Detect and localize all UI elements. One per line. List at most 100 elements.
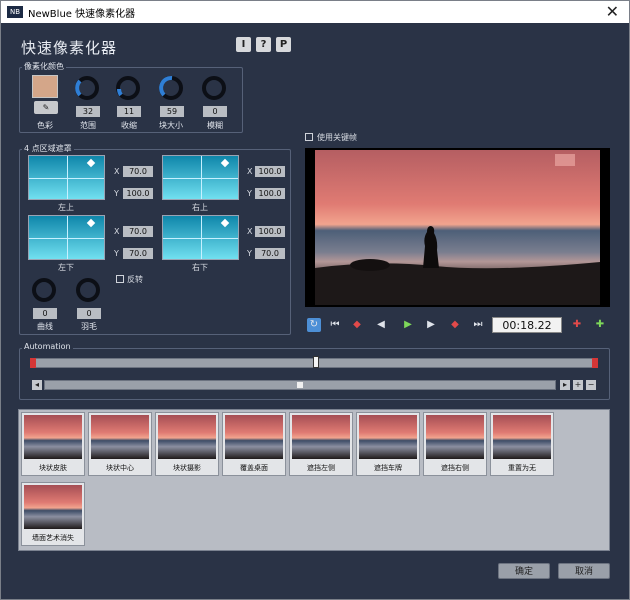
feather-value[interactable]: 0 bbox=[77, 308, 101, 319]
play-icon[interactable]: ▶ bbox=[401, 318, 415, 332]
automation-label: Automation bbox=[22, 342, 73, 351]
top-right-x-value[interactable]: 100.0 bbox=[255, 166, 285, 177]
color-swatch[interactable] bbox=[32, 75, 58, 98]
curve-label: 曲线 bbox=[37, 322, 53, 331]
preset-thumbnail bbox=[91, 415, 149, 459]
preset-label: 墙面艺术消失 bbox=[32, 534, 74, 542]
go-end-icon[interactable]: ⏭ bbox=[471, 318, 485, 332]
scroll-thumb[interactable] bbox=[297, 382, 303, 388]
preset-button[interactable]: P bbox=[276, 37, 291, 52]
start-marker[interactable] bbox=[30, 358, 36, 368]
x-label: X bbox=[247, 227, 253, 236]
preset-item[interactable]: 块状中心 bbox=[88, 412, 152, 476]
block-size-label: 块大小 bbox=[159, 121, 183, 130]
bottom-left-y-value[interactable]: 70.0 bbox=[123, 248, 153, 259]
invert-checkbox[interactable] bbox=[116, 275, 124, 283]
step-back-icon[interactable]: ◀ bbox=[374, 318, 388, 332]
top-left-x-value[interactable]: 70.0 bbox=[123, 166, 153, 177]
preset-label: 块状摄影 bbox=[173, 464, 201, 472]
add-keyframe-icon[interactable]: ✚ bbox=[593, 318, 607, 332]
eyedropper-icon[interactable]: ✎ bbox=[34, 101, 58, 114]
page-title: 快速像素化器 bbox=[21, 39, 118, 57]
blur-value[interactable]: 0 bbox=[203, 106, 227, 117]
ok-button[interactable]: 确定 bbox=[498, 563, 550, 579]
window-title: NewBlue 快速像素化器 bbox=[28, 9, 136, 20]
y-label: Y bbox=[247, 249, 252, 258]
preset-gallery: 块状皮肤 块状中心 块状摄影 覆盖桌面 遮挡左侧 遮挡车牌 遮挡右侧 重置为无 … bbox=[18, 409, 610, 551]
remove-keyframe-icon[interactable]: ✚ bbox=[570, 318, 584, 332]
feather-label: 羽毛 bbox=[81, 322, 97, 331]
range-value[interactable]: 32 bbox=[76, 106, 100, 117]
preset-item[interactable]: 墙面艺术消失 bbox=[21, 482, 85, 546]
bottom-left-x-value[interactable]: 70.0 bbox=[123, 226, 153, 237]
preset-label: 遮挡右侧 bbox=[441, 464, 469, 472]
handle-icon[interactable] bbox=[220, 158, 230, 168]
bottom-right-y-value[interactable]: 70.0 bbox=[255, 248, 285, 259]
handle-icon[interactable] bbox=[86, 158, 96, 168]
block-size-knob[interactable] bbox=[158, 75, 184, 101]
area-top-left[interactable] bbox=[28, 155, 105, 200]
automation-timeline[interactable] bbox=[30, 356, 598, 368]
timecode-display[interactable]: 00:18.22 bbox=[492, 317, 562, 333]
playhead[interactable] bbox=[313, 356, 319, 368]
color-label: 色彩 bbox=[37, 121, 53, 130]
preset-thumbnail bbox=[292, 415, 350, 459]
preset-item[interactable]: 块状摄影 bbox=[155, 412, 219, 476]
blur-knob[interactable] bbox=[201, 75, 227, 101]
close-icon[interactable]: ✕ bbox=[606, 2, 619, 21]
preset-label: 块状中心 bbox=[106, 464, 134, 472]
block-size-value[interactable]: 59 bbox=[160, 106, 184, 117]
blur-label: 模糊 bbox=[207, 121, 223, 130]
x-label: X bbox=[114, 167, 120, 176]
y-label: Y bbox=[114, 189, 119, 198]
x-label: X bbox=[114, 227, 120, 236]
top-right-y-value[interactable]: 100.0 bbox=[255, 188, 285, 199]
preset-item[interactable]: 遮挡车牌 bbox=[356, 412, 420, 476]
prev-keyframe-icon[interactable]: ◆ bbox=[350, 318, 364, 332]
scroll-left-icon[interactable]: ◂ bbox=[32, 380, 42, 390]
scroll-right-icon[interactable]: ▸ bbox=[560, 380, 570, 390]
preset-item[interactable]: 覆盖桌面 bbox=[222, 412, 286, 476]
handle-icon[interactable] bbox=[220, 218, 230, 228]
keyframe-checkbox[interactable] bbox=[305, 133, 313, 141]
preset-label: 遮挡车牌 bbox=[374, 464, 402, 472]
preset-item[interactable]: 块状皮肤 bbox=[21, 412, 85, 476]
shrink-value[interactable]: 11 bbox=[117, 106, 141, 117]
step-forward-icon[interactable]: ▶ bbox=[424, 318, 438, 332]
preset-label: 覆盖桌面 bbox=[240, 464, 268, 472]
preset-label: 块状皮肤 bbox=[39, 464, 67, 472]
curve-value[interactable]: 0 bbox=[33, 308, 57, 319]
top-left-y-value[interactable]: 100.0 bbox=[123, 188, 153, 199]
area-bottom-right-label: 右下 bbox=[192, 263, 208, 272]
go-start-icon[interactable]: ⏮ bbox=[328, 318, 342, 332]
bottom-right-x-value[interactable]: 100.0 bbox=[255, 226, 285, 237]
invert-label: 反转 bbox=[127, 275, 143, 284]
handle-icon[interactable] bbox=[86, 218, 96, 228]
end-marker[interactable] bbox=[592, 358, 598, 368]
area-top-right[interactable] bbox=[162, 155, 239, 200]
info-button[interactable]: I bbox=[236, 37, 251, 52]
curve-knob[interactable] bbox=[31, 277, 57, 303]
preset-item[interactable]: 遮挡左侧 bbox=[289, 412, 353, 476]
area-bottom-left[interactable] bbox=[28, 215, 105, 260]
zoom-out-icon[interactable]: − bbox=[586, 380, 596, 390]
area-bottom-right[interactable] bbox=[162, 215, 239, 260]
preset-thumbnail bbox=[24, 485, 82, 529]
timeline-scrollbar[interactable] bbox=[44, 380, 556, 390]
preset-thumbnail bbox=[158, 415, 216, 459]
pixel-color-group-label: 像素化颜色 bbox=[22, 61, 66, 72]
help-button[interactable]: ? bbox=[256, 37, 271, 52]
shrink-knob[interactable] bbox=[115, 75, 141, 101]
preset-item[interactable]: 遮挡右侧 bbox=[423, 412, 487, 476]
keyframe-label: 使用关键帧 bbox=[317, 133, 357, 142]
title-bar: NB NewBlue 快速像素化器 ✕ bbox=[1, 1, 629, 23]
preset-thumbnail bbox=[225, 415, 283, 459]
preset-item[interactable]: 重置为无 bbox=[490, 412, 554, 476]
cancel-button[interactable]: 取消 bbox=[558, 563, 610, 579]
next-keyframe-icon[interactable]: ◆ bbox=[448, 318, 462, 332]
preset-label: 重置为无 bbox=[508, 464, 536, 472]
loop-icon[interactable]: ↻ bbox=[307, 318, 321, 332]
range-knob[interactable] bbox=[74, 75, 100, 101]
feather-knob[interactable] bbox=[75, 277, 101, 303]
zoom-in-icon[interactable]: + bbox=[573, 380, 583, 390]
